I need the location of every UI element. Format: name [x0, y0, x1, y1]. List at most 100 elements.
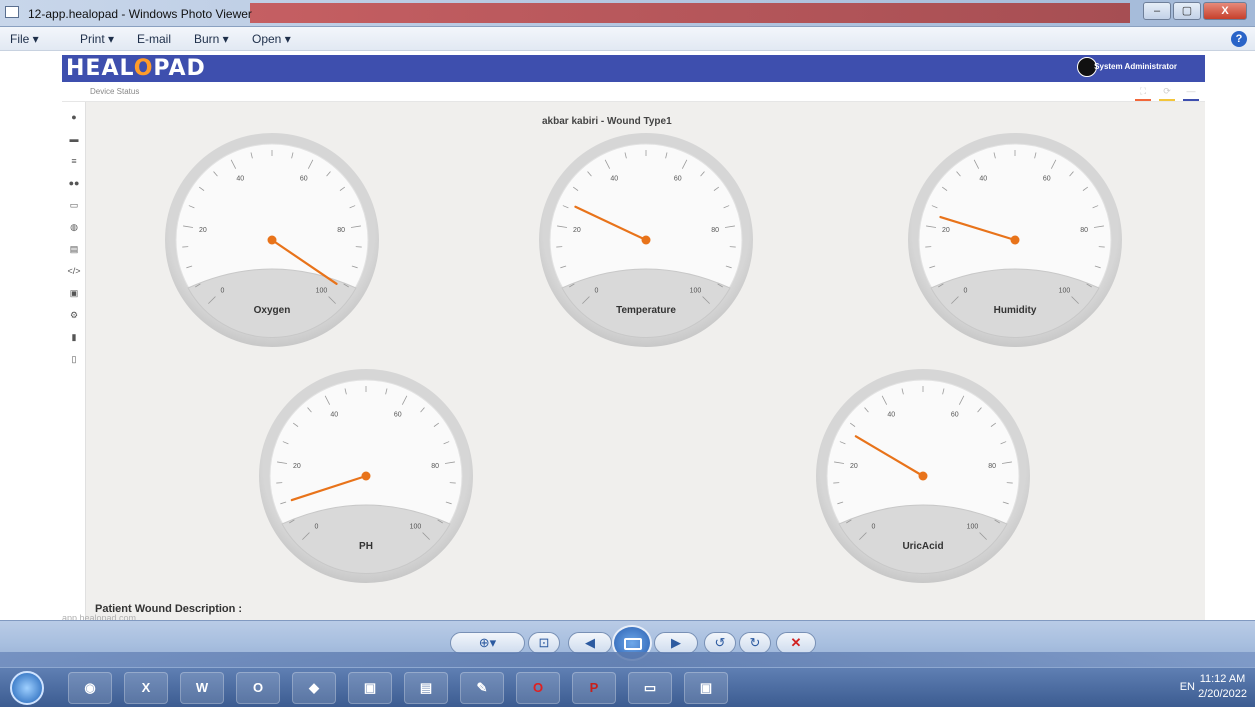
gauge-pivot	[641, 235, 651, 245]
menu-open[interactable]: Open ▾	[252, 32, 291, 46]
gauge-tick-label: 100	[690, 287, 702, 294]
list-icon[interactable]: ≡	[67, 155, 81, 167]
gauge-tick-label: 80	[431, 463, 439, 470]
breadcrumb: Device Status	[90, 87, 140, 96]
menu-file[interactable]: File ▾	[10, 32, 39, 46]
gauge-oxygen: 0 20 40 60 80 100 Oxygen	[162, 130, 382, 350]
minimize-button[interactable]: –	[1143, 2, 1171, 20]
outlook-icon[interactable]: O	[236, 672, 280, 704]
gauge-tick-label: 60	[1043, 176, 1051, 183]
delete-button[interactable]: ✕	[776, 632, 816, 654]
file-icon[interactable]: ▮	[67, 331, 81, 343]
menu-print[interactable]: Print ▾	[80, 32, 114, 46]
photo-viewer-app-icon	[5, 6, 19, 18]
gauge-tick-label: 20	[199, 227, 207, 234]
viewer-controls: ⊕▾ ⊡ ◀ ▶ ↺ ↻ ✕	[0, 620, 1255, 668]
blurred-title-region	[250, 3, 1130, 23]
photos-icon[interactable]: ◆	[292, 672, 336, 704]
menu-burn[interactable]: Burn ▾	[194, 32, 229, 46]
pen-icon[interactable]: ✎	[460, 672, 504, 704]
excel-icon[interactable]: X	[124, 672, 168, 704]
breadcrumb-bar: Device Status ⛶ ⟳ —	[62, 82, 1205, 102]
gauge-tick-label: 0	[315, 523, 319, 530]
gauge-pivot	[267, 235, 277, 245]
fit-button[interactable]: ⊡	[528, 632, 560, 654]
word-icon[interactable]: W	[180, 672, 224, 704]
gauge-tick-label: 40	[887, 412, 895, 419]
gauge-tick-label: 80	[988, 463, 996, 470]
user-name[interactable]: System Administrator	[1094, 62, 1177, 71]
language-indicator[interactable]: EN	[1180, 681, 1195, 693]
gauge-pivot	[361, 471, 371, 481]
gauge-tick-label: 40	[979, 176, 987, 183]
gauge-uricacid: 0 20 40 60 80 100 UricAcid	[813, 366, 1033, 586]
gauge-tick-label: 100	[410, 523, 422, 530]
gauge-tick-label: 80	[337, 227, 345, 234]
settings-icon[interactable]: ⚙	[67, 309, 81, 321]
system-clock[interactable]: 11:12 AM 2/20/2022	[1198, 672, 1247, 702]
document-icon[interactable]: ▯	[67, 353, 81, 365]
healopad-logo: HEALOPAD	[66, 56, 206, 81]
gauge-pivot	[918, 471, 928, 481]
menu-email[interactable]: E-mail	[137, 32, 171, 46]
gauge-tick-label: 60	[394, 412, 402, 419]
gauge-tick-label: 100	[316, 287, 328, 294]
code-icon[interactable]: </>	[67, 265, 81, 277]
window-title-bar: 12-app.healopad - Windows Photo Viewer –…	[0, 0, 1255, 27]
gauge-pivot	[1010, 235, 1020, 245]
gauge-label: PH	[359, 541, 373, 552]
gauge-temperature: 0 20 40 60 80 100 Temperature	[536, 130, 756, 350]
chat-icon[interactable]: ▬	[67, 133, 81, 145]
blurred-status-strip	[0, 652, 1255, 668]
maximize-button[interactable]: ▢	[1173, 2, 1201, 20]
powerpoint-p-icon[interactable]: P	[572, 672, 616, 704]
printer-icon[interactable]: ▭	[67, 199, 81, 211]
gauge-tick-label: 0	[872, 523, 876, 530]
computer-icon[interactable]: ▤	[404, 672, 448, 704]
gauge-tick-label: 60	[300, 176, 308, 183]
chrome-icon[interactable]: ◉	[68, 672, 112, 704]
gauge-label: Temperature	[616, 305, 676, 316]
fullscreen-icon[interactable]: ⛶	[1135, 86, 1151, 101]
gauge-tick-label: 0	[221, 287, 225, 294]
window-title: 12-app.healopad - Windows Photo Viewer	[28, 7, 252, 21]
app-header: HEALOPAD System Administrator	[62, 55, 1205, 82]
user-icon[interactable]: ●	[67, 111, 81, 123]
gauge-tick-label: 40	[610, 176, 618, 183]
gauge-tick-label: 40	[236, 176, 244, 183]
gauge-tick-label: 100	[967, 523, 979, 530]
gauge-tick-label: 20	[850, 463, 858, 470]
close-button[interactable]: X	[1203, 2, 1247, 20]
gauge-tick-label: 20	[942, 227, 950, 234]
gauge-label: UricAcid	[902, 541, 943, 552]
image-icon[interactable]: ▣	[67, 287, 81, 299]
collapse-icon[interactable]: —	[1183, 86, 1199, 101]
gauge-tick-label: 40	[330, 412, 338, 419]
gauge-tick-label: 20	[573, 227, 581, 234]
gauge-label: Oxygen	[254, 305, 291, 316]
help-icon[interactable]: ?	[1231, 31, 1247, 47]
start-button[interactable]	[10, 671, 44, 705]
refresh-icon[interactable]: ⟳	[1159, 86, 1175, 101]
opera-icon[interactable]: O	[516, 672, 560, 704]
rotate-left-button[interactable]: ↺	[704, 632, 736, 654]
zoom-button[interactable]: ⊕▾	[450, 632, 525, 654]
rotate-right-button[interactable]: ↻	[739, 632, 771, 654]
photo-viewer-icon[interactable]: ▣	[684, 672, 728, 704]
gauge-tick-label: 20	[293, 463, 301, 470]
menu-bar: File ▾ Print ▾ E-mail Burn ▾ Open ▾ ?	[0, 27, 1255, 51]
previous-button[interactable]: ◀	[568, 632, 612, 654]
teams-icon[interactable]: ▣	[348, 672, 392, 704]
group-icon[interactable]: ●●	[67, 177, 81, 189]
gauge-ph: 0 20 40 60 80 100 PH	[256, 366, 476, 586]
folder-icon[interactable]: ▭	[628, 672, 672, 704]
gauge-humidity: 0 20 40 60 80 100 Humidity	[905, 130, 1125, 350]
gauge-tick-label: 80	[711, 227, 719, 234]
next-button[interactable]: ▶	[654, 632, 698, 654]
sidebar: ● ▬ ≡ ●● ▭ ◍ ▤ </> ▣ ⚙ ▮ ▯	[62, 102, 86, 620]
gauge-tick-label: 100	[1059, 287, 1071, 294]
dashboard-icon[interactable]: ◍	[67, 221, 81, 233]
gauge-tick-label: 60	[951, 412, 959, 419]
chart-icon[interactable]: ▤	[67, 243, 81, 255]
gauge-tick-label: 80	[1080, 227, 1088, 234]
